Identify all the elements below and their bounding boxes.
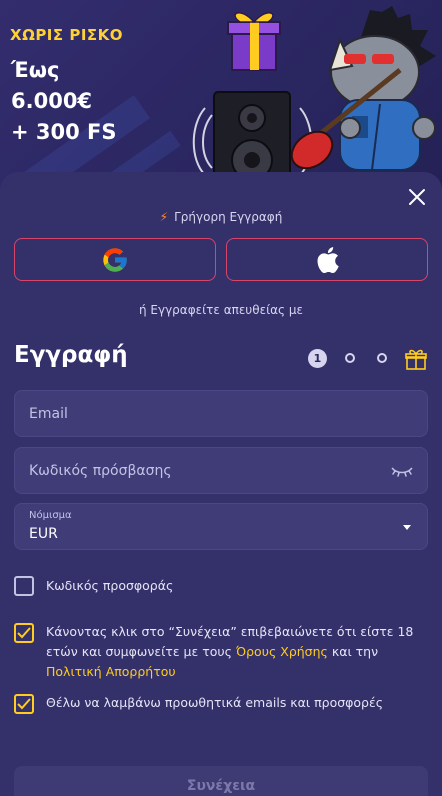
marketing-emails-checkbox[interactable] xyxy=(14,694,34,714)
currency-select[interactable]: Νόμισμα EUR xyxy=(14,503,428,550)
gift-box-icon xyxy=(227,12,281,71)
step-indicator-1: 1 xyxy=(308,349,327,368)
apple-signin-button[interactable] xyxy=(226,238,428,281)
close-icon[interactable] xyxy=(406,186,428,208)
password-field[interactable] xyxy=(14,447,428,494)
terms-text: Κάνοντας κλικ στο “Συνέχεια” επιβεβαιώνε… xyxy=(46,622,430,682)
terms-checkbox[interactable] xyxy=(14,623,34,643)
apple-icon xyxy=(317,246,339,273)
currency-label: Νόμισμα xyxy=(29,510,72,521)
chevron-down-icon xyxy=(403,525,411,530)
promo-code-checkbox[interactable] xyxy=(14,576,34,596)
currency-value: EUR xyxy=(29,526,58,542)
quick-registration-text: Γρήγορη Εγγραφή xyxy=(174,210,283,224)
gift-icon xyxy=(405,349,427,370)
step-indicator-2 xyxy=(345,353,355,363)
password-input[interactable] xyxy=(15,448,427,493)
terms-text-middle: και την xyxy=(327,644,379,659)
lightning-icon: ⚡ xyxy=(159,210,169,224)
google-icon xyxy=(103,247,127,272)
banner-artwork xyxy=(192,6,436,190)
promo-banner: ΧΩΡΙΣ ΡΙΣΚΟ Έως 6.000€ + 300 FS xyxy=(0,0,442,190)
or-register-directly: ή Εγγραφείτε απευθείας με xyxy=(138,303,304,317)
eye-closed-icon[interactable] xyxy=(391,464,413,478)
checkmark-icon xyxy=(17,627,31,639)
page-title: Εγγραφή xyxy=(14,342,128,368)
registration-sheet: ⚡ Γρήγορη Εγγραφή ή Εγγραφείτε απευθείας … xyxy=(0,172,442,796)
email-field[interactable] xyxy=(14,390,428,437)
step-indicator-3 xyxy=(377,353,387,363)
continue-button[interactable]: Συνέχεια xyxy=(14,766,428,796)
marketing-emails-label: Θέλω να λαμβάνω προωθητικά emails και πρ… xyxy=(46,695,384,710)
email-input[interactable] xyxy=(15,391,427,436)
privacy-policy-link[interactable]: Πολιτική Απορρήτου xyxy=(46,664,176,679)
terms-of-use-link[interactable]: Όρους Χρήσης xyxy=(236,644,328,659)
rhino-mascot-icon xyxy=(290,6,436,171)
quick-registration-label: ⚡ Γρήγορη Εγγραφή xyxy=(0,210,442,224)
checkmark-icon xyxy=(17,698,31,710)
promo-code-label: Κωδικός προσφοράς xyxy=(46,578,174,593)
google-signin-button[interactable] xyxy=(14,238,216,281)
